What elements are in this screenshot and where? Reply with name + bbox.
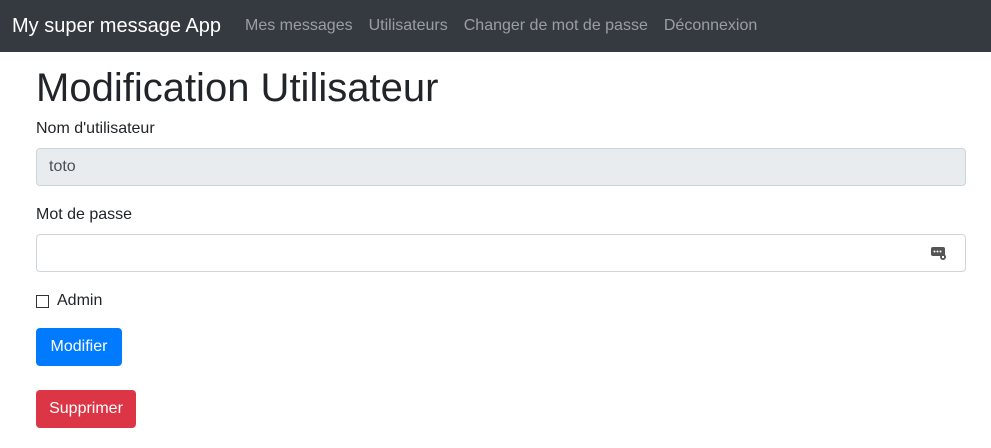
brand-link[interactable]: My super message App — [12, 15, 221, 38]
nav-link-utilisateurs[interactable]: Utilisateurs — [369, 17, 448, 35]
supprimer-button[interactable]: Supprimer — [36, 390, 136, 428]
password-field[interactable] — [36, 234, 966, 272]
nav-link-deconnexion[interactable]: Déconnexion — [664, 17, 757, 35]
navbar: My super message App Mes messages Utilis… — [0, 0, 991, 52]
admin-checkbox-row[interactable]: Admin — [36, 292, 102, 310]
password-manager-icon[interactable] — [931, 245, 947, 261]
admin-label: Admin — [57, 292, 103, 309]
username-label: Nom d'utilisateur — [36, 120, 155, 137]
page-title: Modification Utilisateur — [36, 66, 439, 110]
username-field[interactable]: toto — [36, 148, 966, 186]
admin-checkbox[interactable] — [36, 294, 49, 308]
password-label: Mot de passe — [36, 206, 133, 223]
nav-link-changer-mot-de-passe[interactable]: Changer de mot de passe — [464, 17, 648, 35]
nav-link-mes-messages[interactable]: Mes messages — [245, 17, 353, 35]
modifier-button[interactable]: Modifier — [36, 328, 122, 366]
username-value: toto — [49, 158, 76, 175]
